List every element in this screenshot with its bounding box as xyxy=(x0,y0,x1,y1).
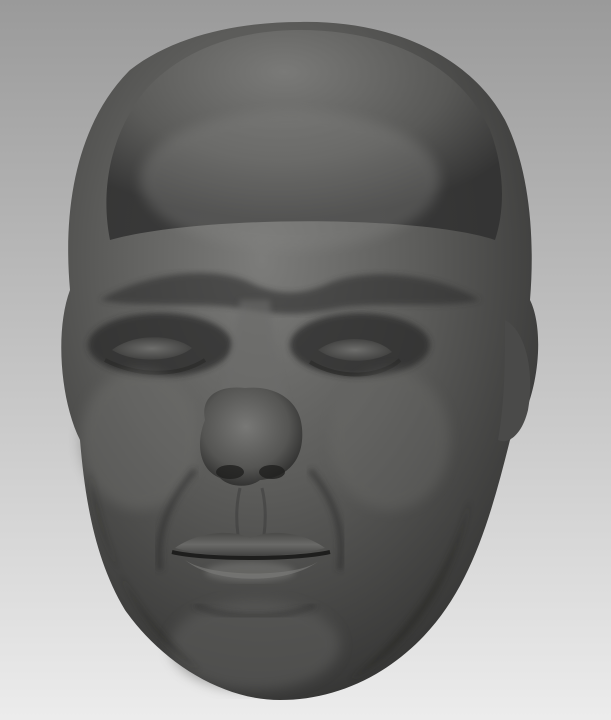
chin xyxy=(170,600,340,690)
left-nostril xyxy=(216,465,244,479)
lower-lip-highlight xyxy=(205,562,295,582)
viewport-canvas xyxy=(0,0,611,720)
right-nostril xyxy=(259,465,285,479)
right-cheek xyxy=(330,370,450,510)
forehead-highlight xyxy=(140,110,440,250)
sculpt-viewport[interactable] xyxy=(0,0,611,720)
